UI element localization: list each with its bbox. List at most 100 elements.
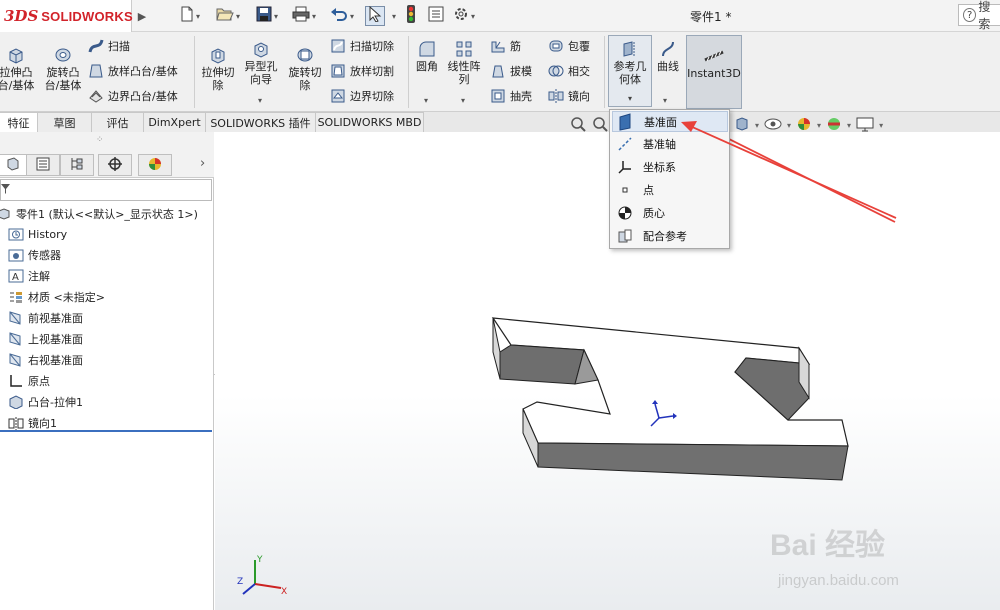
left-slot-face bbox=[499, 344, 585, 385]
hole-wizard-button[interactable]: 异型孔向导 bbox=[240, 40, 282, 86]
open-file-button[interactable]: ▾ bbox=[216, 6, 240, 26]
print-button[interactable]: ▾ bbox=[292, 6, 316, 26]
select-dropdown[interactable]: ▾ bbox=[390, 6, 396, 26]
linear-pattern-dropdown[interactable]: ▾ bbox=[461, 96, 465, 105]
solidworks-logo[interactable]: 3DS SOLIDWORKS bbox=[0, 0, 133, 32]
menu-item-plane[interactable]: 基准面 bbox=[612, 111, 728, 132]
tree-item-label: 材质 <未指定> bbox=[28, 291, 105, 304]
rebuild-button[interactable] bbox=[406, 5, 416, 26]
display-manager-tab[interactable] bbox=[138, 154, 172, 176]
reference-geometry-dropdown[interactable]: ▾ bbox=[628, 92, 632, 105]
tree-item-history[interactable]: History bbox=[8, 224, 67, 244]
menu-item-point[interactable]: 点 bbox=[612, 179, 728, 200]
view-settings-dropdown-icon[interactable]: ▾ bbox=[879, 121, 883, 130]
options-button[interactable]: ▾ bbox=[453, 6, 475, 26]
extrude-boss-icon bbox=[7, 46, 25, 64]
rib-label: 筋 bbox=[510, 40, 521, 53]
plane-icon bbox=[8, 331, 24, 347]
revolve-boss-button[interactable]: 旋转凸台/基体 bbox=[42, 46, 84, 92]
draft-button[interactable]: 拔模 bbox=[490, 63, 532, 79]
tree-item-right-plane[interactable]: 右视基准面 bbox=[8, 350, 83, 370]
tab-sketch[interactable]: 草图 bbox=[38, 112, 92, 132]
front-face bbox=[537, 442, 849, 481]
new-file-button[interactable]: ▾ bbox=[180, 6, 200, 26]
property-manager-tab[interactable] bbox=[26, 154, 60, 176]
options-gear-icon bbox=[453, 6, 469, 26]
tab-solidworks-mbd[interactable]: SOLIDWORKS MBD bbox=[316, 112, 424, 132]
tree-item-origin[interactable]: 原点 bbox=[8, 371, 50, 391]
undo-button[interactable]: ▾ bbox=[330, 6, 354, 26]
extrude-cut-button[interactable]: 拉伸切除 bbox=[198, 46, 238, 92]
panel-more-arrow-icon[interactable]: › bbox=[200, 156, 205, 171]
view-settings-monitor-icon[interactable] bbox=[856, 116, 874, 134]
tree-item-boss-extrude1[interactable]: 凸台-拉伸1 bbox=[8, 392, 83, 412]
feature-manager-panel: ⁘ › 零件1 (默认<<默认>_显示状态 1>) History 传感器 A … bbox=[0, 132, 214, 610]
zoom-area-icon[interactable] bbox=[592, 116, 608, 135]
sweep-button[interactable]: 扫描 bbox=[88, 38, 130, 54]
menu-item-axis[interactable]: 基准轴 bbox=[612, 133, 728, 154]
hide-show-icon[interactable] bbox=[764, 117, 782, 133]
scene-dropdown-icon[interactable]: ▾ bbox=[847, 121, 851, 130]
ribbon-separator bbox=[194, 36, 195, 108]
tab-features[interactable]: 特征 bbox=[0, 112, 38, 132]
revolve-cut-button[interactable]: 旋转切除 bbox=[284, 46, 326, 92]
reference-geometry-button[interactable]: 参考几何体 ▾ bbox=[608, 35, 652, 107]
extrude-boss-button[interactable]: 拉伸凸台/基体 bbox=[0, 46, 36, 92]
fillet-dropdown[interactable]: ▾ bbox=[424, 96, 428, 105]
loft-boss-button[interactable]: 放样凸台/基体 bbox=[88, 63, 178, 79]
dimxpert-manager-tab[interactable] bbox=[98, 154, 132, 176]
tree-root-part[interactable]: 零件1 (默认<<默认>_显示状态 1>) bbox=[0, 204, 198, 224]
rollback-bar[interactable] bbox=[0, 430, 212, 432]
zoom-to-fit-icon[interactable] bbox=[570, 116, 586, 135]
edit-appearance-icon[interactable] bbox=[796, 116, 812, 134]
linear-pattern-button[interactable]: 线性阵列 bbox=[446, 40, 482, 86]
tree-item-label: 右视基准面 bbox=[28, 354, 83, 367]
menu-item-mate-reference[interactable]: 配合参考 bbox=[612, 225, 728, 246]
select-button[interactable] bbox=[365, 5, 385, 26]
mirror-button[interactable]: 镜向 bbox=[548, 88, 590, 104]
tree-filter-input[interactable] bbox=[0, 179, 212, 201]
fillet-button[interactable]: 圆角 bbox=[412, 40, 442, 73]
menu-item-label: 坐标系 bbox=[643, 160, 676, 174]
curves-dropdown[interactable]: ▾ bbox=[663, 96, 667, 105]
hide-show-dropdown-icon[interactable]: ▾ bbox=[787, 121, 791, 130]
boundary-boss-button[interactable]: 边界凸台/基体 bbox=[88, 88, 178, 104]
tree-item-top-plane[interactable]: 上视基准面 bbox=[8, 329, 83, 349]
display-style-dropdown-icon[interactable]: ▾ bbox=[755, 121, 759, 130]
lofted-cut-button[interactable]: 放样切割 bbox=[330, 63, 394, 79]
wrap-button[interactable]: 包覆 bbox=[548, 38, 590, 54]
mate-reference-icon bbox=[615, 227, 635, 245]
swept-cut-button[interactable]: 扫描切除 bbox=[330, 38, 394, 54]
menu-expand-arrow-icon[interactable]: ▶ bbox=[134, 6, 150, 26]
instant3d-button[interactable]: Instant3D bbox=[686, 35, 742, 109]
tab-solidworks-addins[interactable]: SOLIDWORKS 插件 bbox=[206, 112, 316, 132]
file-properties-button[interactable] bbox=[428, 6, 444, 26]
appearance-dropdown-icon[interactable]: ▾ bbox=[817, 121, 821, 130]
tree-item-sensors[interactable]: 传感器 bbox=[8, 245, 61, 265]
mirror-label: 镜向 bbox=[568, 90, 590, 103]
scene-icon[interactable] bbox=[826, 116, 842, 134]
intersect-button[interactable]: 相交 bbox=[548, 63, 590, 79]
display-style-icon[interactable] bbox=[734, 116, 750, 134]
coordinate-system-icon bbox=[615, 158, 635, 176]
panel-grip-icon[interactable]: ⁘ bbox=[96, 135, 104, 145]
help-icon: ? bbox=[963, 8, 977, 22]
tab-evaluate[interactable]: 评估 bbox=[92, 112, 144, 132]
heads-up-display-toolbar: ▾ ▾ ▾ ▾ ▾ bbox=[734, 116, 883, 134]
menu-item-center-of-mass[interactable]: 质心 bbox=[612, 202, 728, 223]
configuration-manager-tab[interactable] bbox=[60, 154, 94, 176]
curves-button[interactable]: 曲线 bbox=[654, 40, 682, 73]
shell-button[interactable]: 抽壳 bbox=[490, 88, 532, 104]
rib-button[interactable]: 筋 bbox=[490, 38, 521, 54]
hole-wizard-dropdown[interactable]: ▾ bbox=[258, 96, 262, 105]
tree-item-annotations[interactable]: A 注解 bbox=[8, 266, 50, 286]
axis-x-label: X bbox=[281, 587, 287, 597]
filter-icon bbox=[1, 183, 11, 198]
search-box[interactable]: ? 搜索 bbox=[958, 0, 1000, 31]
tree-item-front-plane[interactable]: 前视基准面 bbox=[8, 308, 83, 328]
save-button[interactable]: ▾ bbox=[256, 6, 278, 26]
tab-dimxpert[interactable]: DimXpert bbox=[144, 112, 206, 132]
menu-item-coordinate-system[interactable]: 坐标系 bbox=[612, 156, 728, 177]
tree-item-material[interactable]: 材质 <未指定> bbox=[8, 287, 105, 307]
boundary-cut-button[interactable]: 边界切除 bbox=[330, 88, 394, 104]
